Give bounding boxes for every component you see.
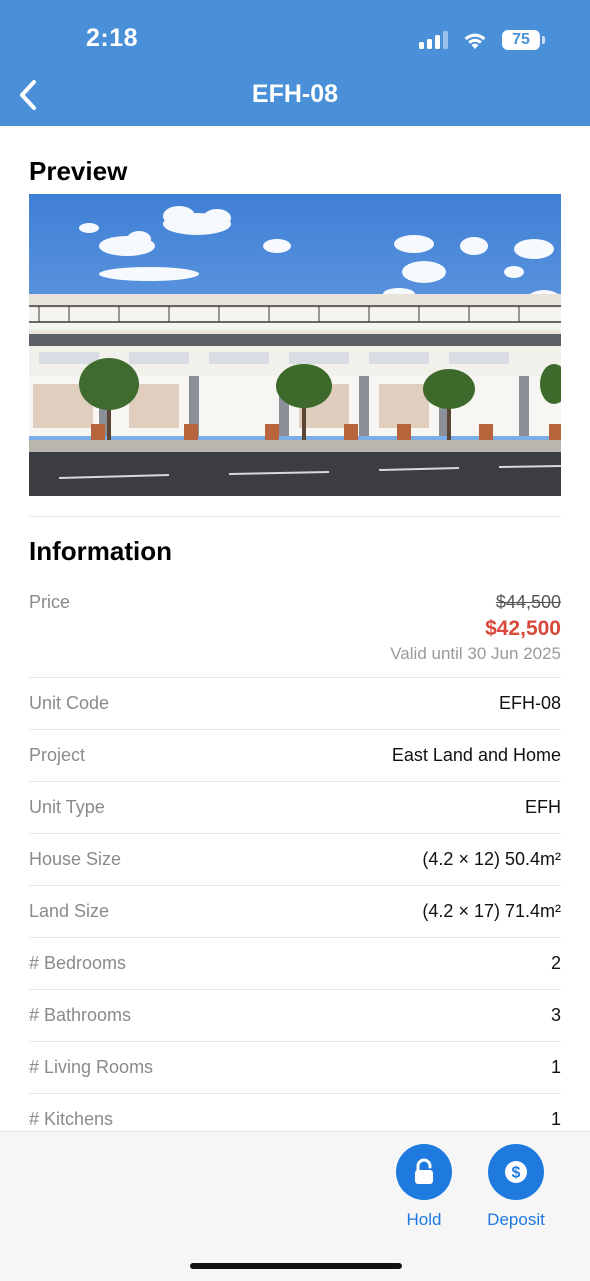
hold-label: Hold	[406, 1210, 442, 1229]
info-value: EFH-08	[498, 693, 561, 713]
info-row-unit-type: Unit Type EFH	[29, 781, 561, 833]
preview-heading: Preview	[29, 156, 128, 186]
info-row-living-rooms: # Living Rooms 1	[29, 1041, 561, 1093]
status-time: 2:18	[86, 24, 139, 52]
info-value: EFH	[525, 797, 561, 817]
discounted-price: $42,500	[485, 617, 561, 640]
info-value: 1	[550, 1057, 561, 1077]
unit-preview-image[interactable]	[29, 194, 561, 496]
wifi-icon	[464, 33, 486, 49]
info-value: 3	[550, 1005, 561, 1025]
section-divider	[29, 516, 561, 517]
info-label: # Bedrooms	[29, 953, 127, 973]
price-label: Price	[29, 592, 71, 612]
info-label: Project	[29, 745, 86, 765]
info-label: # Kitchens	[29, 1109, 114, 1129]
page-title: EFH-08	[251, 80, 339, 108]
price-row: Price $44,500 $42,500 Valid until 30 Jun…	[29, 588, 561, 676]
home-indicator[interactable]	[190, 1263, 402, 1269]
dollar-icon: $	[505, 1161, 527, 1183]
deposit-button-circle[interactable]: $	[488, 1144, 544, 1200]
info-value: (4.2 × 12) 50.4m²	[422, 849, 561, 869]
info-label: Land Size	[29, 901, 110, 921]
info-row-unit-code: Unit Code EFH-08	[29, 677, 561, 729]
info-label: Unit Code	[29, 693, 110, 713]
information-heading: Information	[29, 536, 172, 566]
info-row-bedrooms: # Bedrooms 2	[29, 937, 561, 989]
info-value: 2	[550, 953, 561, 973]
info-row-bathrooms: # Bathrooms 3	[29, 989, 561, 1041]
info-value: 1	[550, 1109, 561, 1129]
status-icons: 75	[419, 27, 545, 53]
info-row-house-size: House Size (4.2 × 12) 50.4m²	[29, 833, 561, 885]
lock-icon	[415, 1158, 433, 1184]
battery-icon: 75	[502, 30, 545, 50]
info-value: East Land and Home	[391, 745, 561, 765]
info-label: House Size	[29, 849, 122, 869]
info-row-land-size: Land Size (4.2 × 17) 71.4m²	[29, 885, 561, 937]
deposit-button[interactable]: $ Deposit	[471, 1144, 561, 1230]
info-row-project: Project East Land and Home	[29, 729, 561, 781]
unit-info-list: Unit Code EFH-08 Project East Land and H…	[29, 677, 561, 1145]
bottom-action-bar: Hold $ Deposit	[0, 1131, 590, 1281]
hold-button[interactable]: Hold	[379, 1144, 469, 1230]
svg-text:$: $	[512, 1165, 521, 1182]
original-price: $44,500	[495, 592, 561, 612]
navigation-header: 2:18 75 EFH-08	[0, 0, 590, 126]
cellular-signal-icon	[419, 31, 448, 49]
deposit-label: Deposit	[487, 1210, 545, 1229]
townhouse-rendering	[29, 194, 561, 496]
info-label: # Bathrooms	[29, 1005, 132, 1025]
hold-button-circle[interactable]	[396, 1144, 452, 1200]
price-valid-until: Valid until 30 Jun 2025	[390, 644, 561, 663]
info-value: (4.2 × 17) 71.4m²	[422, 901, 561, 921]
info-label: Unit Type	[29, 797, 105, 817]
info-label: # Living Rooms	[29, 1057, 154, 1077]
